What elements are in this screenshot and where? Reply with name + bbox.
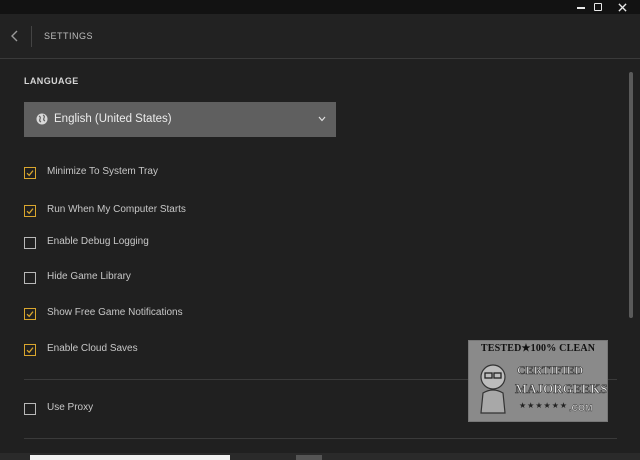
page-title: SETTINGS: [44, 31, 94, 41]
checkbox[interactable]: [24, 237, 36, 249]
language-selected-value: English (United States): [54, 113, 172, 125]
back-arrow-icon[interactable]: [8, 28, 22, 44]
checkmark-icon: [26, 170, 34, 177]
watermark-brand-text: MAJORGEEKS: [515, 381, 608, 397]
chevron-down-icon: [318, 116, 326, 122]
option-enable-debug-logging[interactable]: Enable Debug Logging: [24, 236, 324, 252]
checkmark-icon: [26, 311, 34, 318]
checkmark-icon: [26, 208, 34, 215]
option-enable-cloud-saves[interactable]: Enable Cloud Saves: [24, 343, 324, 359]
option-label: Show Free Game Notifications: [47, 307, 183, 318]
geek-mascot-icon: [480, 364, 506, 414]
option-label: Hide Game Library: [47, 271, 131, 282]
settings-header: SETTINGS: [0, 14, 640, 59]
taskbar-item[interactable]: [296, 455, 322, 460]
option-label: Use Proxy: [47, 402, 94, 413]
option-label: Enable Cloud Saves: [47, 343, 138, 354]
close-window-button[interactable]: [611, 0, 633, 14]
watermark-domain-text: .COM: [569, 403, 593, 413]
option-label: Enable Debug Logging: [47, 236, 149, 247]
close-icon: [617, 2, 627, 12]
taskbar-item[interactable]: [30, 455, 230, 460]
checkbox[interactable]: [24, 272, 36, 284]
checkmark-icon: [26, 347, 34, 354]
checkbox[interactable]: [24, 205, 36, 217]
scrollbar-thumb[interactable]: [629, 72, 633, 318]
watermark-certified-text: CERTIFIED: [517, 363, 584, 378]
option-run-on-startup[interactable]: Run When My Computer Starts: [24, 204, 324, 220]
window-titlebar: [0, 0, 640, 14]
option-label: Run When My Computer Starts: [47, 204, 186, 215]
watermark-tested-text: TESTED★100% CLEAN: [480, 343, 596, 354]
checkbox[interactable]: [24, 167, 36, 179]
checkbox[interactable]: [24, 344, 36, 356]
language-dropdown[interactable]: English (United States): [24, 102, 336, 137]
option-use-proxy[interactable]: Use Proxy: [24, 402, 324, 418]
checkbox[interactable]: [24, 403, 36, 415]
option-label: Minimize To System Tray: [47, 166, 158, 177]
section-divider: [24, 438, 617, 439]
globe-icon: [36, 113, 48, 125]
watermark-stars: ★★★★★★: [519, 401, 569, 410]
maximize-window-button[interactable]: [587, 0, 609, 14]
checkbox[interactable]: [24, 308, 36, 320]
language-section-label: LANGUAGE: [24, 76, 79, 86]
option-hide-game-library[interactable]: Hide Game Library: [24, 271, 324, 287]
option-minimize-to-tray[interactable]: Minimize To System Tray: [24, 166, 324, 182]
option-free-game-notifications[interactable]: Show Free Game Notifications: [24, 307, 324, 323]
majorgeeks-watermark: TESTED★100% CLEAN CERTIFIED MAJORGEEKS ★…: [468, 340, 608, 422]
header-divider: [31, 26, 32, 47]
